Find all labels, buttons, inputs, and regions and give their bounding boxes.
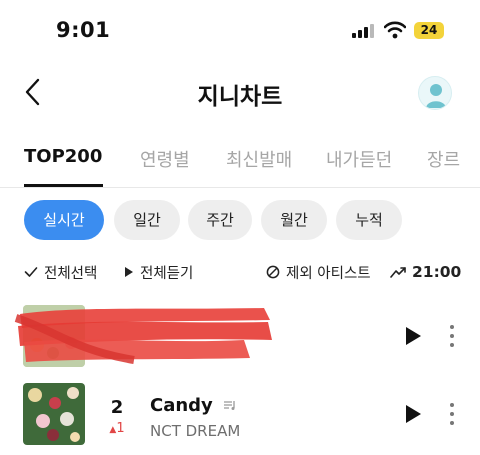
trend-chart-icon: [390, 267, 406, 278]
active-tab-indicator: [24, 184, 103, 187]
chart-time-button[interactable]: 21:00: [390, 262, 461, 282]
period-realtime-chip[interactable]: 실시간: [24, 200, 104, 240]
chart-time-label: 21:00: [412, 263, 462, 281]
chart-row-2[interactable]: 2 ▲1 Candy NCT DREAM: [0, 379, 480, 449]
avatar[interactable]: [418, 76, 452, 110]
wifi-icon: [384, 21, 406, 39]
rank-change: ▲1: [104, 421, 130, 436]
rank-change-value: 1: [116, 421, 125, 436]
song-title-text: Candy: [150, 395, 213, 416]
period-daily-chip[interactable]: 일간: [114, 200, 180, 240]
artist-name[interactable]: NCT DREAM: [150, 422, 240, 440]
play-all-label: 전체듣기: [140, 265, 194, 282]
more-options-button[interactable]: [446, 402, 456, 426]
song-title[interactable]: Candy: [150, 395, 237, 416]
select-all-button[interactable]: 전체선택: [24, 262, 97, 282]
status-time: 9:01: [56, 18, 111, 42]
play-icon: [125, 267, 133, 277]
tab-my-history[interactable]: 내가듣던: [326, 146, 392, 172]
tab-genre[interactable]: 장르: [427, 146, 460, 172]
tab-top200[interactable]: TOP200: [24, 146, 102, 167]
more-options-button[interactable]: [446, 324, 456, 348]
exclude-artist-button[interactable]: 제외 아티스트: [266, 262, 371, 282]
period-cumulative-chip[interactable]: 누적: [336, 200, 402, 240]
battery-icon: 24: [414, 22, 444, 39]
tab-new-release[interactable]: 최신발매: [226, 146, 292, 172]
select-all-label: 전체선택: [44, 265, 98, 282]
period-monthly-chip[interactable]: 월간: [261, 200, 327, 240]
block-icon: [266, 265, 280, 279]
tab-age[interactable]: 연령별: [140, 146, 190, 172]
exclude-artist-label: 제외 아티스트: [286, 265, 371, 282]
lyrics-icon[interactable]: [223, 399, 237, 411]
period-weekly-chip[interactable]: 주간: [188, 200, 252, 240]
play-all-button[interactable]: 전체듣기: [124, 262, 193, 282]
page-title: 지니차트: [197, 84, 283, 110]
signal-icon: [352, 24, 374, 38]
redaction-scribble: [14, 308, 272, 364]
status-bar: 9:01 24: [0, 0, 480, 60]
check-icon: [24, 267, 38, 277]
play-song-button[interactable]: [404, 326, 422, 346]
chart-tabs: TOP200 연령별 최신발매 내가듣던 장르: [0, 138, 480, 188]
album-art-thumbnail: [23, 383, 85, 445]
app-header: 지니차트: [0, 62, 480, 122]
play-song-button[interactable]: [404, 404, 422, 424]
rank-number: 2: [110, 397, 124, 418]
